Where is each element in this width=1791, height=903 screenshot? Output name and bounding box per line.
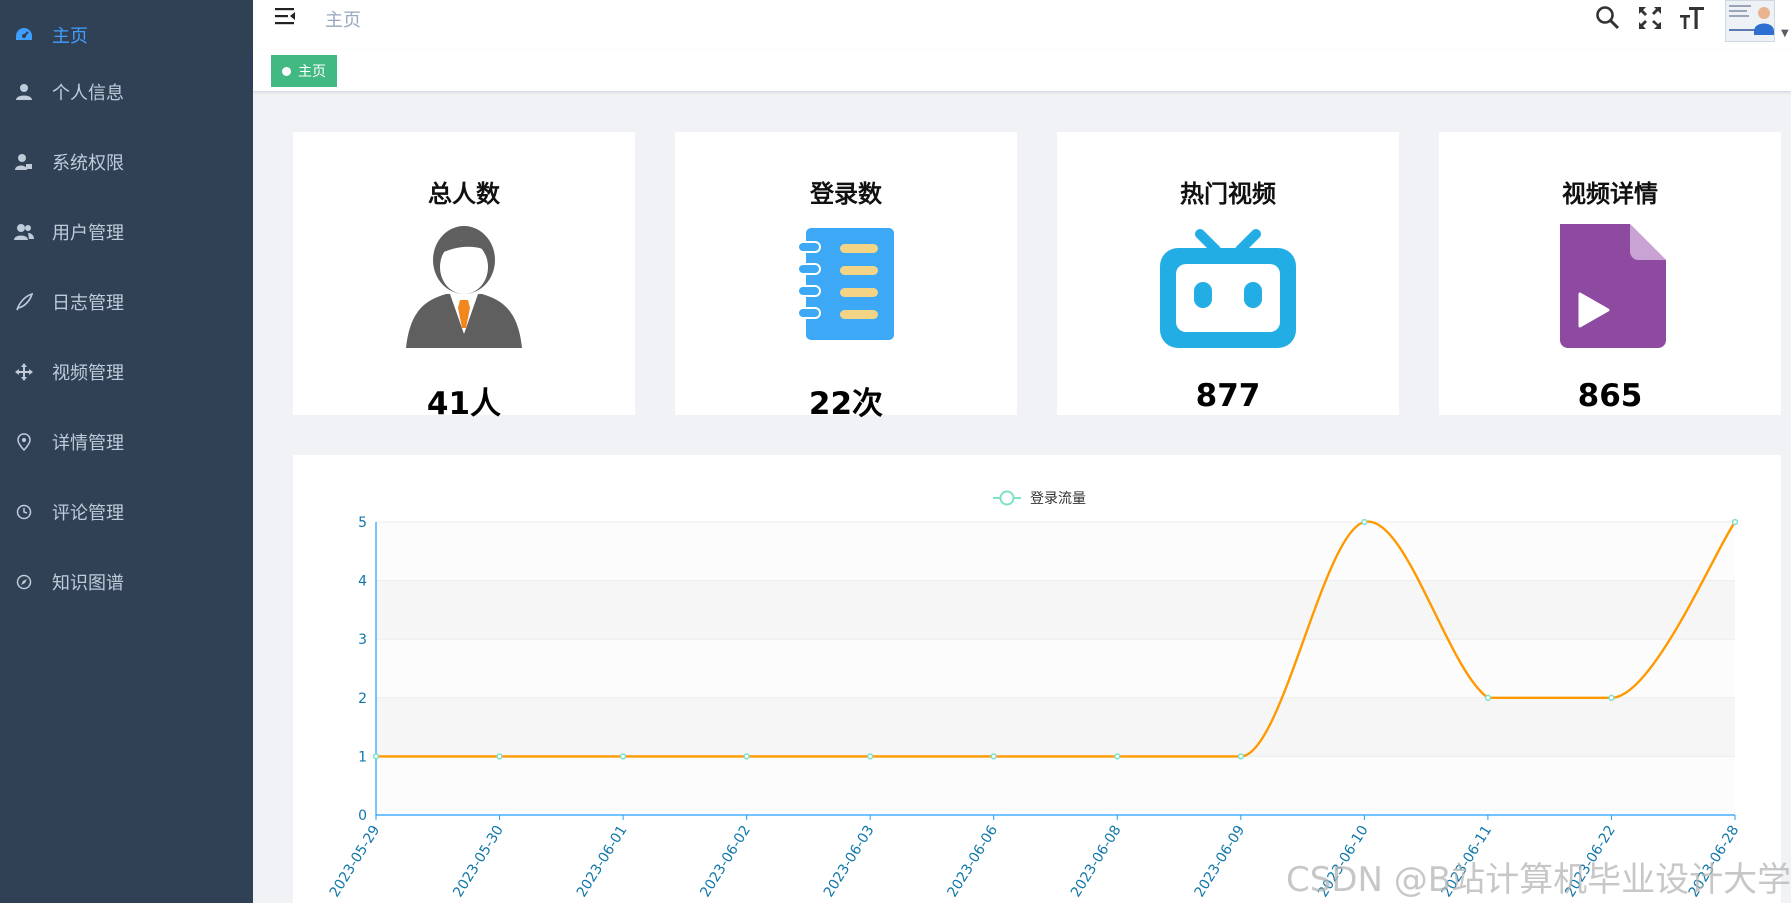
user-lock-icon <box>13 151 35 173</box>
x-tick-label: 2023-06-06 <box>944 823 1001 901</box>
sidebar-item-comments[interactable]: 评论管理 <box>0 477 253 547</box>
stat-card-total-users: 总人数 41人 <box>293 132 635 422</box>
stat-card-hot-videos: 热门视频 877 <box>1057 132 1399 415</box>
clock-icon <box>13 501 35 523</box>
login-traffic-chart: 0 1 2 3 4 5 2023-05-29 2023-05-30 2023-06-01 2023… <box>293 455 1781 903</box>
fullscreen-icon[interactable] <box>1636 4 1664 32</box>
hamburger-menu-icon[interactable] <box>273 5 301 31</box>
y-tick-label: 1 <box>358 749 367 765</box>
stat-card-logins: 登录数 22次 <box>675 132 1017 422</box>
feather-icon <box>13 291 35 313</box>
move-arrows-icon <box>13 361 35 383</box>
sidebar-item-label: 知识图谱 <box>52 573 124 594</box>
data-point <box>1361 518 1368 526</box>
x-tick-label: 2023-06-02 <box>697 823 754 900</box>
legend-symbol-circle <box>999 490 1015 506</box>
notebook-icon <box>778 222 914 352</box>
sidebar-item-label: 系统权限 <box>52 153 124 174</box>
x-tick-label: 2023-06-03 <box>821 823 878 900</box>
card-title: 总人数 <box>428 180 500 208</box>
dashboard-icon <box>13 24 35 46</box>
font-size-icon[interactable] <box>1678 4 1706 32</box>
tag-label: 主页 <box>298 64 326 80</box>
x-tick-label: 2023-05-29 <box>327 823 384 900</box>
x-tick-label: 2023-06-09 <box>1192 823 1249 900</box>
sidebar-item-videos[interactable]: 视频管理 <box>0 337 253 407</box>
sidebar-item-label: 详情管理 <box>52 433 124 454</box>
card-value: 22次 <box>808 386 884 422</box>
legend-label: 登录流量 <box>1030 491 1086 507</box>
data-point <box>1484 694 1492 701</box>
split-area-band <box>376 639 1735 698</box>
chevron-down-icon[interactable]: ▼ <box>1781 28 1789 39</box>
y-tick-label: 4 <box>358 574 367 590</box>
video-file-icon <box>1542 222 1678 352</box>
users-icon <box>13 221 35 243</box>
card-title: 视频详情 <box>1562 180 1658 208</box>
tags-view: 主页 <box>253 50 1791 92</box>
watermark: CSDN @B站计算机毕业设计大学 <box>1286 860 1791 900</box>
split-area-band <box>376 697 1735 757</box>
sidebar-item-label: 视频管理 <box>52 363 124 384</box>
card-title: 登录数 <box>810 180 882 208</box>
x-tick-label: 2023-06-01 <box>574 823 631 900</box>
sidebar-item-details[interactable]: 详情管理 <box>0 407 253 477</box>
location-pin-icon <box>13 431 35 453</box>
sidebar-item-permissions[interactable]: 系统权限 <box>0 127 253 197</box>
x-tick-label: 2023-06-08 <box>1068 823 1125 900</box>
data-point <box>1731 518 1739 526</box>
card-value: 41人 <box>426 386 502 422</box>
sidebar-item-users[interactable]: 用户管理 <box>0 197 253 267</box>
data-point <box>1608 694 1615 701</box>
split-area-band <box>376 522 1735 581</box>
data-point <box>496 753 503 760</box>
sidebar: 主页 个人信息 系统权限 用户管理 日志管理 视频管理 详情管理 评论管理 知识… <box>0 0 253 903</box>
sidebar-item-profile[interactable]: 个人信息 <box>0 57 253 127</box>
data-point <box>867 753 874 760</box>
sidebar-item-label: 用户管理 <box>52 223 124 244</box>
active-dot-icon <box>282 66 291 76</box>
y-tick-label: 5 <box>358 515 367 531</box>
tag-home[interactable]: 主页 <box>271 55 337 87</box>
compass-icon <box>13 571 35 593</box>
x-tick-label: 2023-05-30 <box>450 823 507 900</box>
card-value: 865 <box>1577 378 1643 414</box>
card-value: 877 <box>1195 378 1261 414</box>
sidebar-item-label: 主页 <box>52 26 88 47</box>
split-area-band <box>376 580 1735 640</box>
data-point <box>990 753 997 760</box>
y-tick-label: 3 <box>358 632 367 648</box>
sidebar-item-knowledge-graph[interactable]: 知识图谱 <box>0 547 253 617</box>
data-point <box>743 753 750 760</box>
y-tick-label: 0 <box>358 808 367 824</box>
sidebar-item-label: 评论管理 <box>52 503 124 524</box>
data-point <box>619 753 627 760</box>
avatar[interactable] <box>1725 0 1775 42</box>
data-point <box>1237 753 1244 760</box>
breadcrumb[interactable]: 主页 <box>325 6 361 32</box>
sidebar-item-logs[interactable]: 日志管理 <box>0 267 253 337</box>
sidebar-item-label: 日志管理 <box>52 293 124 314</box>
navbar: 主页 ▼ <box>253 0 1791 50</box>
chart-svg: 0 1 2 3 4 5 2023-05-29 2023-05-30 2023-06-01 2023… <box>327 490 1742 901</box>
user-icon <box>13 81 35 103</box>
bilibili-tv-icon <box>1160 222 1296 352</box>
sidebar-item-label: 个人信息 <box>52 83 124 104</box>
data-point <box>372 753 380 760</box>
person-suit-icon <box>396 222 532 352</box>
split-area-band <box>376 756 1735 815</box>
y-tick-label: 2 <box>358 691 367 707</box>
stat-card-video-details: 视频详情 865 <box>1439 132 1781 415</box>
card-title: 热门视频 <box>1180 180 1276 208</box>
search-icon[interactable] <box>1594 4 1622 32</box>
data-point <box>1114 753 1121 760</box>
